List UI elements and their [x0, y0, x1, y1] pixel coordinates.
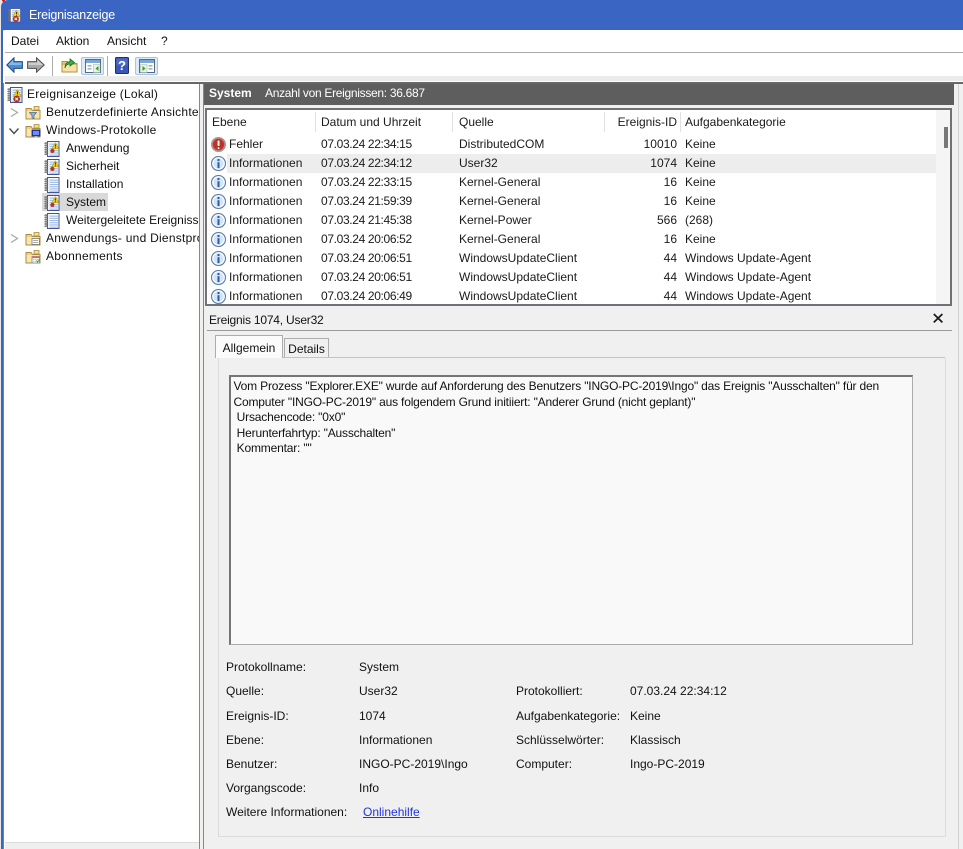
svg-text:?: ? — [118, 58, 126, 73]
